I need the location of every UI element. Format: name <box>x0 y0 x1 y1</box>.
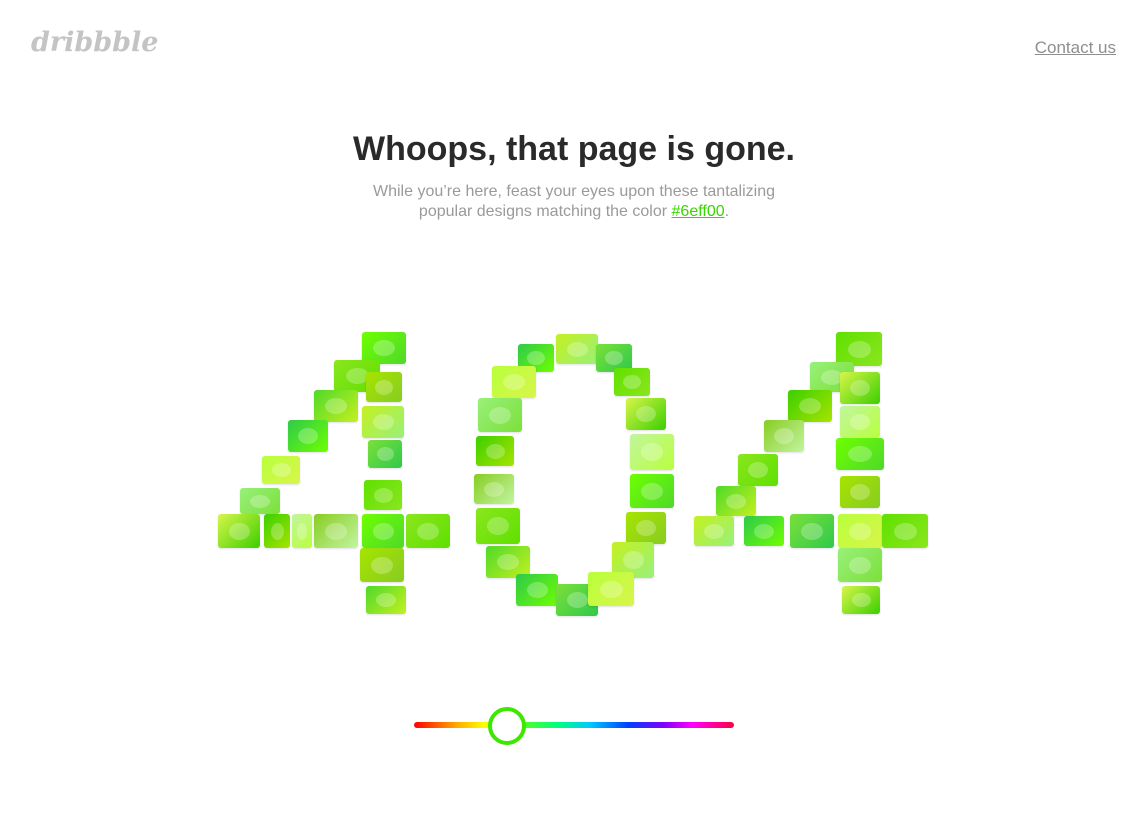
shot-thumbnail[interactable] <box>314 514 358 548</box>
page-title: Whoops, that page is gone. <box>353 130 795 168</box>
shot-thumbnail[interactable] <box>630 474 674 508</box>
subtitle-line-1: While you’re here, feast your eyes upon … <box>372 183 775 200</box>
shot-thumbnail[interactable] <box>262 456 300 484</box>
shot-thumbnail[interactable] <box>838 514 882 548</box>
shot-thumbnail[interactable] <box>492 366 536 398</box>
shot-thumbnail[interactable] <box>478 398 522 432</box>
shot-thumbnail[interactable] <box>240 488 280 514</box>
shot-thumbnail[interactable] <box>474 474 514 504</box>
shot-thumbnail[interactable] <box>288 420 328 452</box>
shot-thumbnail[interactable] <box>790 514 834 548</box>
shot-thumbnail[interactable] <box>476 508 520 544</box>
subtitle-period: . <box>724 203 730 220</box>
shot-thumbnail[interactable] <box>764 420 804 452</box>
shot-thumbnail[interactable] <box>368 440 402 468</box>
shot-thumbnail[interactable] <box>362 514 404 548</box>
shot-thumbnail[interactable] <box>840 372 880 404</box>
shot-thumbnail[interactable] <box>738 454 778 486</box>
shot-thumbnail[interactable] <box>626 512 666 544</box>
shot-thumbnail[interactable] <box>630 434 674 470</box>
shot-thumbnail[interactable] <box>516 574 558 606</box>
shot-thumbnail[interactable] <box>694 516 734 546</box>
shot-thumbnail[interactable] <box>366 372 402 402</box>
shot-thumbnail[interactable] <box>292 514 312 548</box>
shot-thumbnail[interactable] <box>626 398 666 430</box>
shot-thumbnail[interactable] <box>882 514 928 548</box>
color-slider-track[interactable] <box>414 722 734 728</box>
shot-thumbnail[interactable] <box>840 406 880 438</box>
shot-thumbnail[interactable] <box>840 476 880 508</box>
shot-thumbnail[interactable] <box>366 586 406 614</box>
page-subtitle: While you’re here, feast your eyes upon … <box>340 182 808 222</box>
404-shots-mosaic <box>0 0 1148 825</box>
shot-thumbnail[interactable] <box>360 548 404 582</box>
shot-thumbnail[interactable] <box>836 438 884 470</box>
shot-thumbnail[interactable] <box>362 406 404 438</box>
color-hex-link[interactable]: #6eff00 <box>672 203 725 220</box>
shot-thumbnail[interactable] <box>842 586 880 614</box>
subtitle-line-2: popular designs matching the color <box>418 203 672 220</box>
color-slider-thumb[interactable] <box>488 707 526 745</box>
shot-thumbnail[interactable] <box>588 572 634 606</box>
shot-thumbnail[interactable] <box>788 390 832 422</box>
shot-thumbnail[interactable] <box>836 332 882 366</box>
shot-thumbnail[interactable] <box>218 514 260 548</box>
contact-us-link[interactable]: Contact us <box>1035 38 1116 58</box>
shot-thumbnail[interactable] <box>264 514 290 548</box>
shot-thumbnail[interactable] <box>744 516 784 546</box>
shot-thumbnail[interactable] <box>476 436 514 466</box>
shot-thumbnail[interactable] <box>716 486 756 516</box>
shot-thumbnail[interactable] <box>614 368 650 396</box>
shot-thumbnail[interactable] <box>406 514 450 548</box>
dribbble-logo[interactable]: dribbble <box>31 27 158 58</box>
shot-thumbnail[interactable] <box>556 334 598 364</box>
shot-thumbnail[interactable] <box>838 548 882 582</box>
shot-thumbnail[interactable] <box>364 480 402 510</box>
shot-thumbnail[interactable] <box>314 390 358 422</box>
